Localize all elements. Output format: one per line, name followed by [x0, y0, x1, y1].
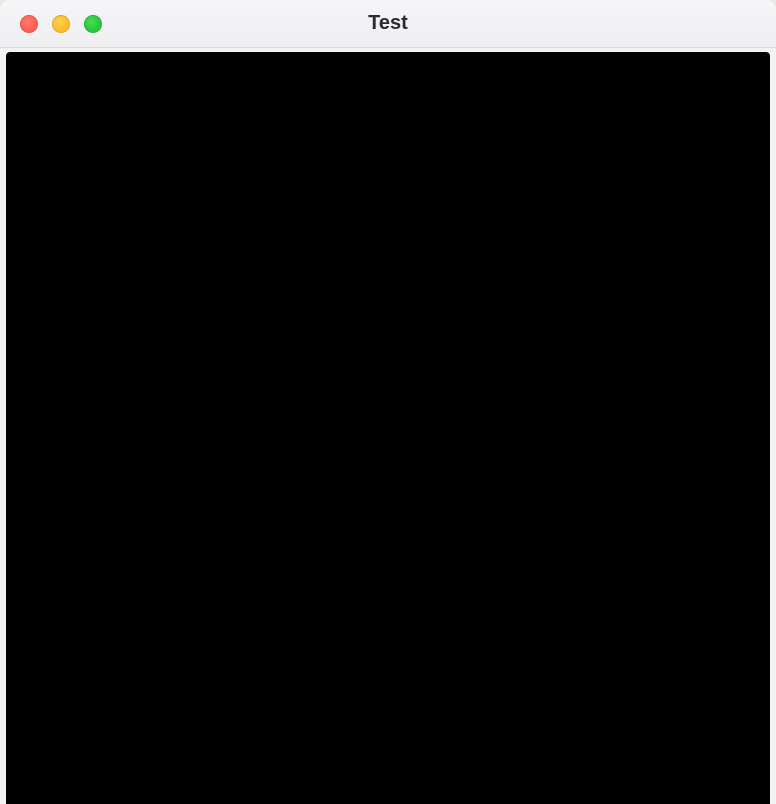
zoom-button[interactable] [84, 15, 102, 33]
window-title: Test [0, 12, 776, 35]
placeholder-label: 􀏆􀏆􀏆􀏆􀏆􀏆􀏆􀏆 [303, 413, 473, 443]
window-titlebar: Test [0, 0, 776, 48]
content-area[interactable]: 􀏆􀏆􀏆􀏆􀏆􀏆􀏆􀏆 [6, 52, 770, 804]
app-window: Test 􀏆􀏆􀏆􀏆􀏆􀏆􀏆􀏆 [0, 0, 776, 804]
close-button[interactable] [20, 15, 38, 33]
traffic-lights [0, 15, 102, 33]
minimize-button[interactable] [52, 15, 70, 33]
